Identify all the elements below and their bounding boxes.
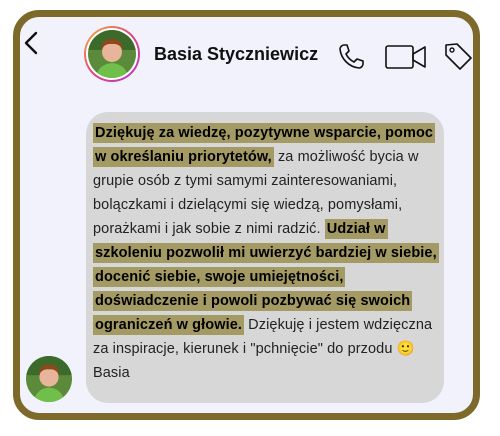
chat-header: Basia Styczniewicz — [0, 0, 500, 82]
smile-emoji-icon: 🙂 — [396, 341, 415, 357]
avatar-photo — [26, 356, 72, 402]
message-signature: Basia — [93, 365, 130, 381]
message-text: Dziękuję za wiedzę, pozytywne wsparcie, … — [93, 121, 443, 385]
contact-name[interactable]: Basia Styczniewicz — [154, 44, 318, 65]
avatar-photo — [88, 30, 136, 78]
tag-icon[interactable] — [442, 41, 474, 71]
contact-avatar[interactable] — [84, 26, 140, 82]
phone-icon[interactable] — [337, 41, 367, 71]
video-camera-icon[interactable] — [384, 43, 428, 71]
sender-avatar[interactable] — [26, 356, 72, 402]
back-arrow-icon[interactable] — [20, 28, 42, 58]
